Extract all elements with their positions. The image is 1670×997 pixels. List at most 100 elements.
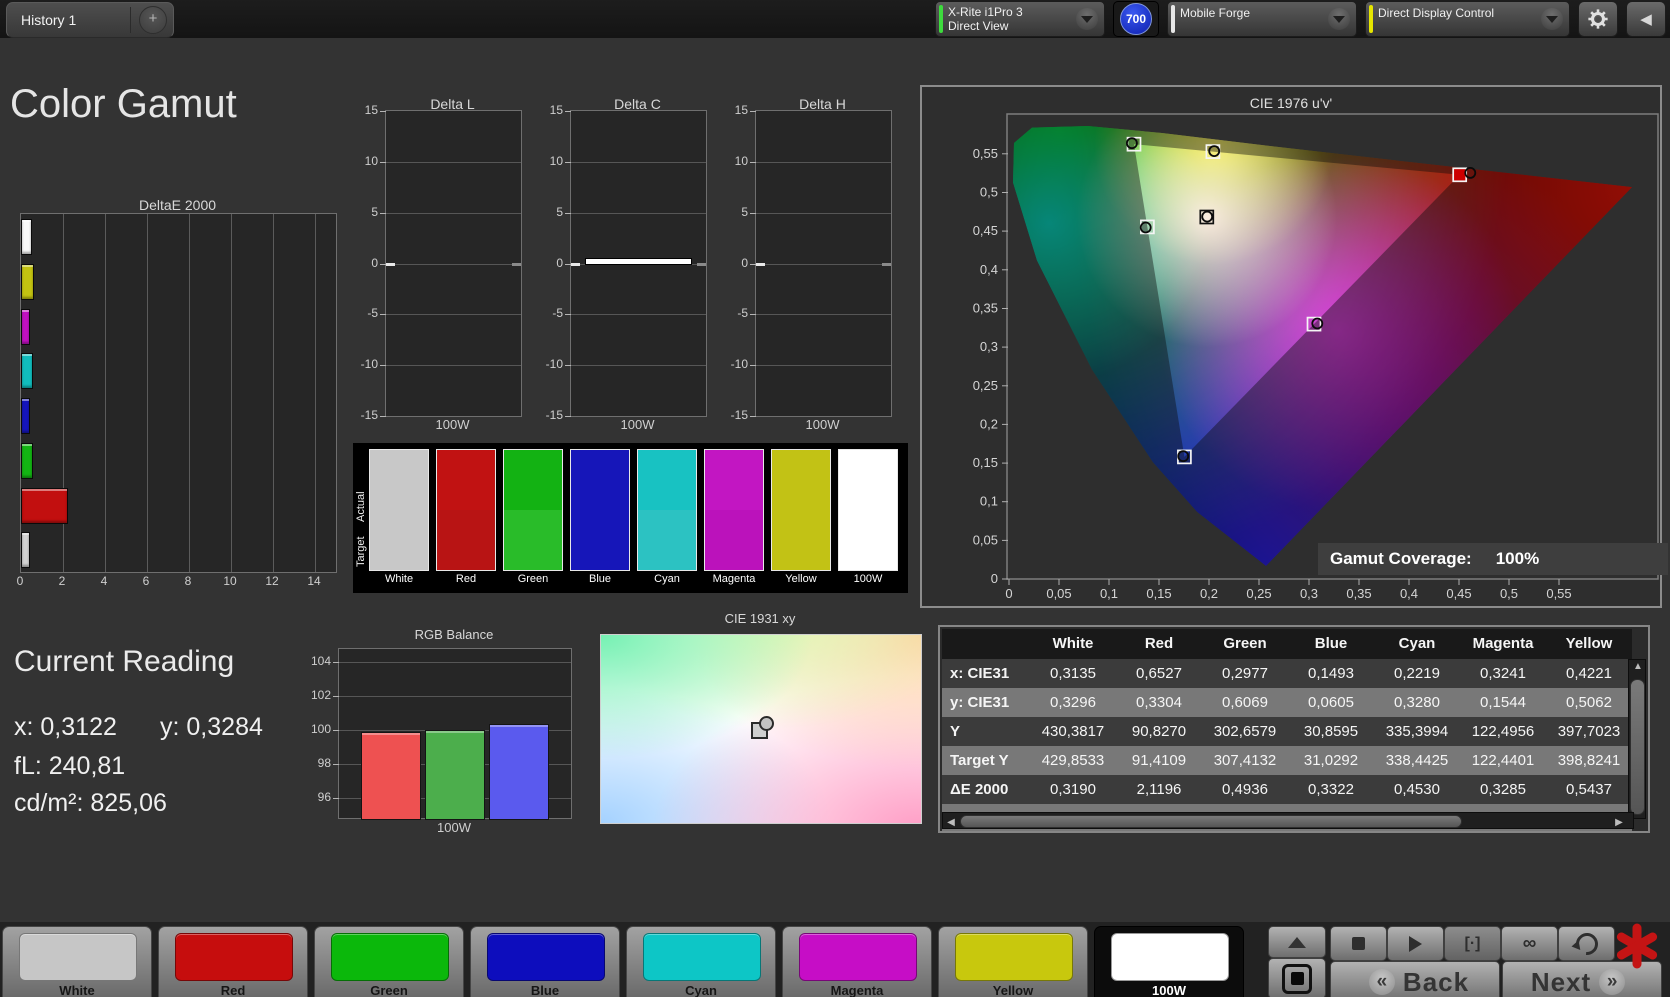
patch-button-yellow[interactable]: Yellow	[938, 926, 1088, 997]
play-button[interactable]	[1387, 926, 1444, 961]
column-header-yellow: Yellow	[1546, 629, 1632, 659]
gridline	[189, 214, 190, 572]
single-measure-icon: [·]	[1465, 935, 1481, 953]
delta-h-xlabel: 100W	[755, 417, 890, 432]
svg-text:0,15: 0,15	[973, 455, 998, 470]
window-up-button[interactable]	[1268, 926, 1326, 958]
meter-status-stripe	[939, 5, 943, 33]
tick-label: 96	[303, 790, 331, 804]
tick-label: -5	[348, 306, 378, 320]
patch-label: 100W	[1095, 983, 1243, 997]
cie1931-diagram	[600, 634, 922, 824]
display-control-dropdown[interactable]: Direct Display Control	[1365, 1, 1570, 37]
patch-swatch	[955, 933, 1073, 981]
value-cell: 91,4109	[1116, 746, 1202, 775]
zero-stub	[756, 263, 765, 266]
gridline	[756, 213, 891, 214]
svg-text:0,2: 0,2	[1200, 586, 1218, 601]
value-cell: 0,2977	[1202, 659, 1288, 688]
swatch-label: Magenta	[704, 573, 764, 585]
gridline	[756, 314, 891, 315]
deltae-bar-cyan	[21, 353, 33, 389]
settings-button[interactable]	[1578, 1, 1618, 37]
window-mode-button[interactable]	[1268, 958, 1326, 997]
patch-button-100w[interactable]: 100W	[1094, 926, 1244, 997]
tick-mark	[380, 162, 386, 163]
gridline	[231, 214, 232, 572]
deltae-bar-blue	[21, 398, 30, 434]
tick-label: 10	[220, 574, 240, 588]
back-button[interactable]: « Back	[1330, 961, 1500, 997]
patch-swatch	[487, 933, 605, 981]
reading-y: y: 0,3284	[160, 713, 263, 742]
horizontal-scroll-thumb[interactable]	[960, 815, 1462, 828]
deltae-bar-100w	[21, 219, 32, 255]
value-cell: 122,4401	[1460, 746, 1546, 775]
table-row: Y430,381790,8270302,657930,8595335,39941…	[942, 717, 1632, 746]
delta-l-xlabel: 100W	[385, 417, 520, 432]
tick-label: 5	[348, 205, 378, 219]
tick-label: 2	[52, 574, 72, 588]
gridline	[386, 264, 521, 265]
tick-label: -10	[348, 357, 378, 371]
scroll-left-arrow[interactable]: ◀	[944, 817, 958, 828]
continuous-measure-button[interactable]: ∞	[1501, 926, 1558, 961]
value-cell: 430,3817	[1030, 717, 1116, 746]
deltae-bar-white	[21, 532, 30, 568]
patch-button-green[interactable]: Green	[314, 926, 464, 997]
table-row: y: CIE310,32960,33040,60690,06050,32800,…	[942, 688, 1632, 717]
refresh-button[interactable]	[1558, 926, 1615, 961]
tick-mark	[333, 662, 339, 663]
patch-button-blue[interactable]: Blue	[470, 926, 620, 997]
row-label: x: CIE31	[942, 659, 1030, 688]
source-label: Mobile Forge	[1180, 2, 1320, 20]
value-cell: 0,3241	[1460, 659, 1546, 688]
tick-label: 15	[718, 103, 748, 117]
gridline	[571, 213, 706, 214]
gridline	[756, 365, 891, 366]
value-cell: 0,3280	[1374, 688, 1460, 717]
gear-icon	[1587, 8, 1609, 30]
value-cell: 0,3304	[1116, 688, 1202, 717]
tab-history-1[interactable]: History 1 +	[6, 2, 174, 38]
patch-button-cyan[interactable]: Cyan	[626, 926, 776, 997]
value-cell: 338,4425	[1374, 746, 1460, 775]
patch-button-magenta[interactable]: Magenta	[782, 926, 932, 997]
source-dropdown[interactable]: Mobile Forge	[1167, 1, 1357, 37]
svg-text:0,35: 0,35	[1346, 586, 1371, 601]
meter-badge[interactable]: 700	[1113, 1, 1159, 37]
svg-text:0: 0	[991, 571, 998, 586]
swatch-blue	[570, 449, 630, 571]
rgb-balance-title: RGB Balance	[338, 627, 570, 642]
value-cell: 0,3285	[1460, 775, 1546, 804]
collapse-panel-button[interactable]: ◀	[1626, 1, 1666, 37]
zero-stub	[571, 263, 580, 266]
swatch-actual	[638, 450, 696, 510]
tick-mark	[750, 365, 756, 366]
gridline	[386, 314, 521, 315]
value-cell: 0,3190	[1030, 775, 1116, 804]
svg-text:0,4: 0,4	[1400, 586, 1418, 601]
single-measure-button[interactable]: [·]	[1444, 926, 1501, 961]
scroll-right-arrow[interactable]: ▶	[1612, 817, 1626, 828]
meter-dropdown[interactable]: X-Rite i1Pro 3 Direct View	[935, 1, 1105, 37]
value-cell: 429,8533	[1030, 746, 1116, 775]
tick-label: 0	[718, 256, 748, 270]
gridline	[756, 264, 891, 265]
add-tab-button[interactable]: +	[139, 6, 167, 34]
svg-text:0,5: 0,5	[980, 185, 998, 200]
swatch-target	[571, 510, 629, 570]
scroll-up-arrow[interactable]: ▲	[1631, 661, 1645, 672]
tick-mark	[333, 696, 339, 697]
patch-swatch	[175, 933, 293, 981]
patch-swatch	[19, 933, 137, 981]
svg-text:0,25: 0,25	[1246, 586, 1271, 601]
stop-button[interactable]	[1330, 926, 1387, 961]
row-label: y: CIE31	[942, 688, 1030, 717]
vertical-scroll-thumb[interactable]	[1630, 679, 1645, 815]
svg-text:0,05: 0,05	[973, 532, 998, 547]
column-header-blue: Blue	[1288, 629, 1374, 659]
patch-button-red[interactable]: Red	[158, 926, 308, 997]
patch-label: Yellow	[939, 983, 1087, 997]
patch-button-white[interactable]: White	[2, 926, 152, 997]
